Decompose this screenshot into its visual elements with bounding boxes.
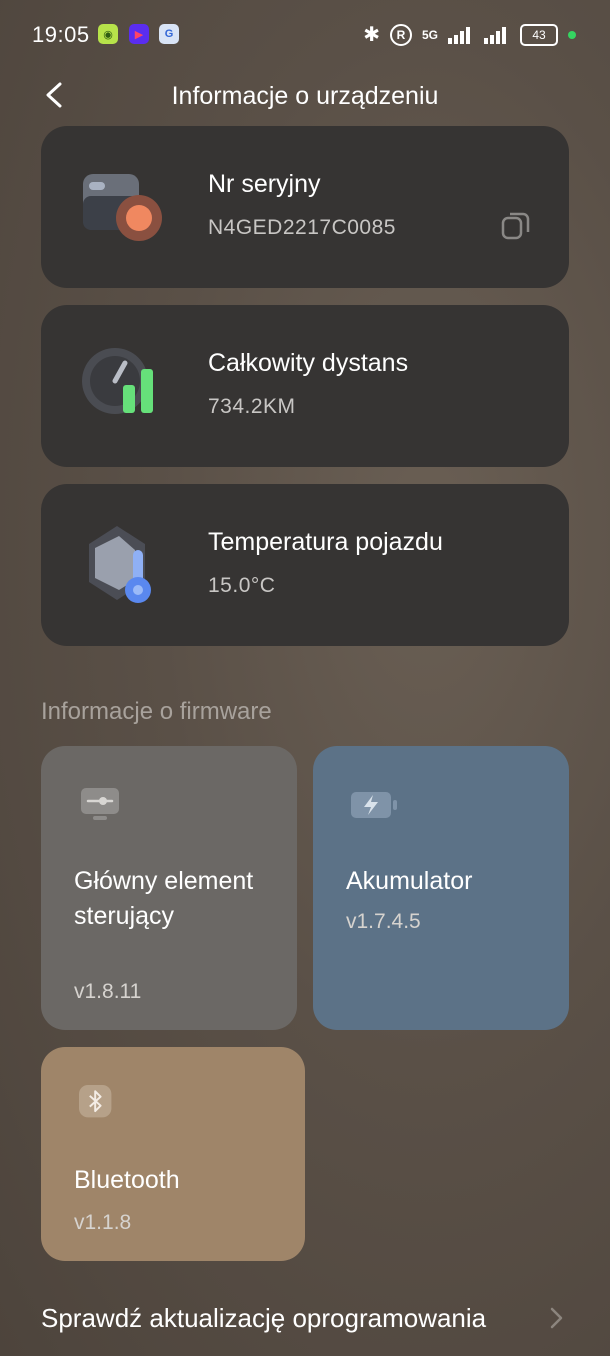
app-notification-icon: ◉ (98, 24, 118, 44)
chevron-right-icon[interactable] (546, 1306, 566, 1330)
serial-number-card: Nr seryjny N4GED2217C0085 (41, 126, 569, 288)
serial-label: Nr seryjny (208, 170, 321, 198)
temperature-value: 15.0°C (208, 574, 276, 597)
translate-app-icon: G (159, 24, 179, 44)
status-bar: 19:05 ◉ ▶ G ✱ R 5G 43 (0, 0, 610, 70)
firmware-section-title: Informacje o firmware (41, 698, 272, 725)
firmware-bluetooth-card[interactable]: Bluetooth v1.1.8 (41, 1047, 305, 1261)
serial-icon (83, 174, 162, 241)
video-app-icon: ▶ (129, 24, 149, 44)
privacy-indicator-icon (568, 30, 576, 39)
top-bar: Informacje o urządzeniu (0, 70, 610, 120)
signal-bars-icon (448, 26, 470, 44)
total-distance-card: Całkowity dystans 734.2KM (41, 305, 569, 467)
distance-label: Całkowity dystans (208, 349, 409, 377)
distance-value: 734.2KM (208, 395, 296, 418)
status-icons: ✱ R 5G 43 (363, 22, 576, 47)
registered-icon: R (389, 23, 412, 46)
status-time: 19:05 (32, 22, 90, 47)
battery-charge-icon (351, 792, 397, 818)
copy-icon[interactable] (499, 208, 533, 242)
signal-bars-2-icon (484, 26, 506, 44)
check-update-label[interactable]: Sprawdź aktualizację oprogramowania (41, 1300, 521, 1336)
controller-icon (81, 788, 119, 820)
serial-value: N4GED2217C0085 (208, 216, 396, 239)
firmware-bluetooth-name: Bluetooth (74, 1166, 180, 1194)
page-title: Informacje o urządzeniu (171, 82, 439, 110)
firmware-battery-card[interactable]: Akumulator v1.7.4.5 (313, 746, 569, 1030)
temperature-icon (89, 526, 151, 603)
firmware-battery-name: Akumulator (346, 867, 473, 895)
firmware-main-controller-name: Główny element sterujący (74, 867, 254, 930)
bluetooth-icon (79, 1085, 112, 1118)
battery-icon: 43 (520, 23, 558, 46)
firmware-main-controller-card[interactable]: Główny element sterujący v1.8.11 (41, 746, 297, 1030)
signal-5g-icon: 5G (421, 27, 438, 42)
bluetooth-status-icon: ✱ (363, 24, 380, 46)
vehicle-temperature-card: Temperatura pojazdu 15.0°C (41, 484, 569, 646)
firmware-battery-version: v1.7.4.5 (346, 910, 421, 933)
firmware-main-controller-version: v1.8.11 (74, 980, 142, 1003)
firmware-bluetooth-version: v1.1.8 (74, 1211, 132, 1234)
temperature-label: Temperatura pojazdu (208, 528, 443, 556)
speedometer-icon (82, 348, 153, 414)
